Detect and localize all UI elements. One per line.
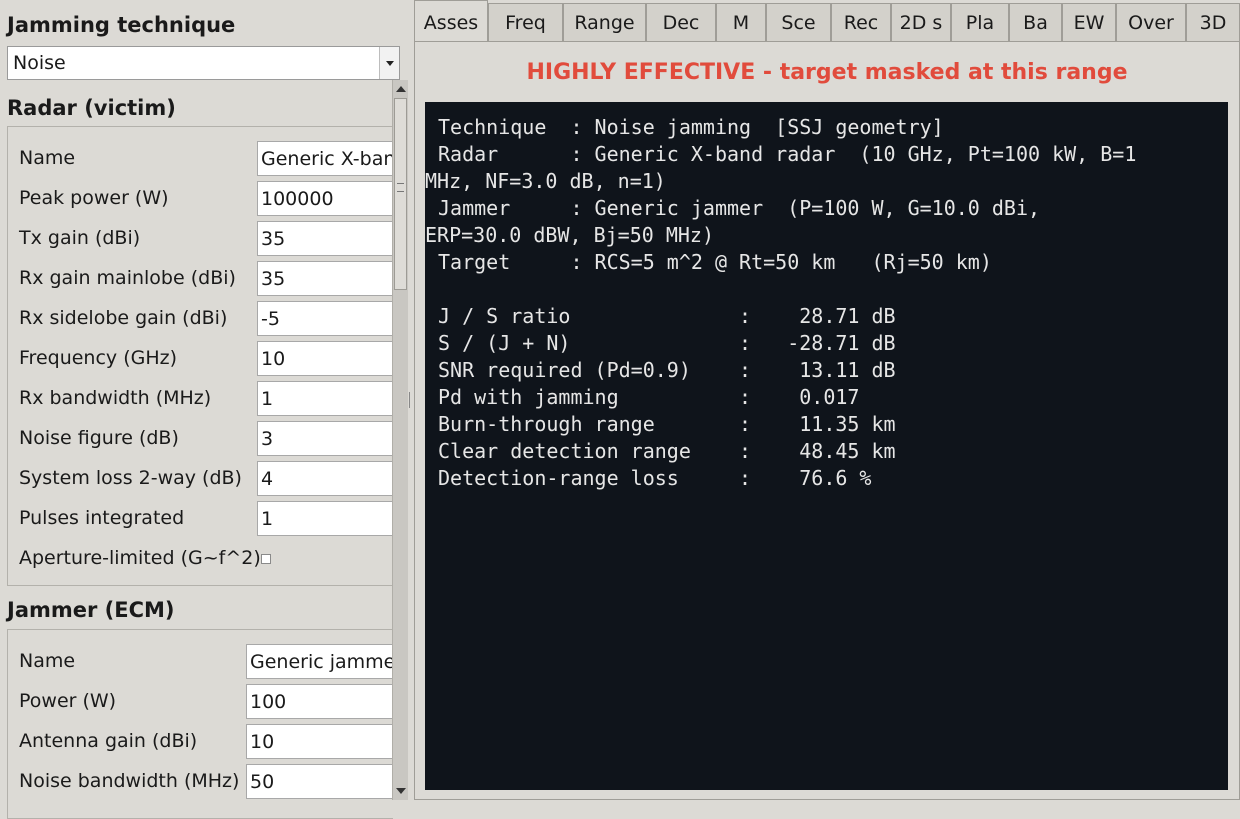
field-label: Rx bandwidth (MHz): [19, 387, 212, 409]
field-label: Rx gain mainlobe (dBi): [19, 267, 236, 289]
tab-3d[interactable]: 3D: [1186, 3, 1240, 41]
field-label: Rx sidelobe gain (dBi): [19, 307, 228, 329]
console-line: Technique : Noise jamming [SSJ geometry]: [438, 115, 944, 139]
tab-over[interactable]: Over: [1116, 3, 1186, 41]
console-line: S / (J + N) : -28.71 dB: [438, 331, 896, 355]
jamming-technique-value: Noise: [13, 52, 66, 74]
results-console: Technique : Noise jamming [SSJ geometry]…: [425, 102, 1228, 790]
console-line: J / S ratio : 28.71 dB: [438, 304, 896, 328]
radar-row-rx-bandwidth: Rx bandwidth (MHz) 1: [8, 378, 394, 418]
console-line: Jammer : Generic jammer (P=100 W, G=10.0…: [438, 196, 1041, 220]
tab-ew[interactable]: EW: [1062, 3, 1116, 41]
pulses-integrated-input[interactable]: 1: [257, 501, 394, 536]
tx-gain-input[interactable]: 35: [257, 221, 394, 256]
radar-row-system-loss: System loss 2-way (dB) 4: [8, 458, 394, 498]
jammer-name-input[interactable]: Generic jammer: [246, 644, 394, 679]
jamming-technique-title: Jamming technique: [7, 13, 236, 37]
tab-pla[interactable]: Pla: [951, 3, 1009, 41]
field-label: Pulses integrated: [19, 507, 185, 529]
radar-name-input[interactable]: Generic X-band: [257, 141, 394, 176]
radar-row-rx-sidelobe-gain: Rx sidelobe gain (dBi) -5: [8, 298, 394, 338]
console-line: Target : RCS=5 m^2 @ Rt=50 km (Rj=50 km): [438, 250, 992, 274]
tab-freq[interactable]: Freq: [488, 3, 563, 41]
jammer-antenna-gain-input[interactable]: 10: [246, 724, 394, 759]
radar-row-pulses-integrated: Pulses integrated 1: [8, 498, 394, 538]
console-line: Detection-range loss : 76.6 %: [438, 466, 872, 490]
radar-row-noise-figure: Noise figure (dB) 3: [8, 418, 394, 458]
scroll-down-icon[interactable]: [396, 788, 406, 794]
jammer-power-input[interactable]: 100: [246, 684, 394, 719]
tab-range[interactable]: Range: [563, 3, 646, 41]
right-panel: Asses Freq Range Dec M Sce Rec 2D s Pla …: [414, 0, 1240, 800]
aperture-limited-label: Aperture-limited (G~f^2): [19, 547, 261, 569]
aperture-limited-checkbox[interactable]: [261, 554, 271, 564]
jammer-row-antenna-gain: Antenna gain (dBi) 10: [8, 721, 394, 761]
tab-bar: Asses Freq Range Dec M Sce Rec 2D s Pla …: [414, 0, 1240, 42]
field-label: Noise figure (dB): [19, 427, 179, 449]
field-label: Peak power (W): [19, 187, 169, 209]
console-line: Radar : Generic X-band radar (10 GHz, Pt…: [438, 142, 1137, 166]
tab-ba[interactable]: Ba: [1009, 3, 1062, 41]
field-label: Name: [19, 650, 76, 672]
jammer-group: Name Generic jammer Power (W) 100 Antenn…: [7, 629, 394, 819]
tab-rec[interactable]: Rec: [831, 3, 891, 41]
field-label: Noise bandwidth (MHz): [19, 770, 240, 792]
tab-assessment[interactable]: Asses: [414, 0, 488, 42]
tab-2d[interactable]: 2D s: [891, 3, 951, 41]
jammer-row-noise-bandwidth: Noise bandwidth (MHz) 50: [8, 761, 394, 801]
system-loss-input[interactable]: 4: [257, 461, 394, 496]
radar-row-name: Name Generic X-band: [8, 138, 394, 178]
verdict-text: HIGHLY EFFECTIVE - target masked at this…: [526, 60, 1128, 85]
console-line: Clear detection range : 48.45 km: [438, 439, 896, 463]
assessment-pane: HIGHLY EFFECTIVE - target masked at this…: [414, 41, 1240, 800]
field-label: Name: [19, 147, 76, 169]
console-line: Burn-through range : 11.35 km: [438, 412, 896, 436]
tab-dec[interactable]: Dec: [646, 3, 716, 41]
console-line: SNR required (Pd=0.9) : 13.11 dB: [438, 358, 896, 382]
radar-section-title: Radar (victim): [7, 96, 176, 120]
field-label: System loss 2-way (dB): [19, 467, 242, 489]
field-label: Tx gain (dBi): [19, 227, 141, 249]
field-label: Frequency (GHz): [19, 347, 178, 369]
radar-row-peak-power: Peak power (W) 100000: [8, 178, 394, 218]
tab-scenario[interactable]: Sce: [766, 3, 831, 41]
radar-group: Name Generic X-band Peak power (W) 10000…: [7, 126, 394, 586]
jammer-row-name: Name Generic jammer: [8, 641, 394, 681]
field-label: Power (W): [19, 690, 117, 712]
left-panel-scrollbar[interactable]: [392, 80, 408, 800]
radar-row-frequency: Frequency (GHz) 10: [8, 338, 394, 378]
scroll-up-icon[interactable]: [396, 86, 406, 92]
rx-bandwidth-input[interactable]: 1: [257, 381, 394, 416]
field-label: Antenna gain (dBi): [19, 730, 198, 752]
jammer-row-power: Power (W) 100: [8, 681, 394, 721]
chevron-down-icon[interactable]: [379, 47, 399, 79]
frequency-input[interactable]: 10: [257, 341, 394, 376]
jammer-noise-bandwidth-input[interactable]: 50: [246, 764, 394, 799]
radar-row-tx-gain: Tx gain (dBi) 35: [8, 218, 394, 258]
jammer-section-title: Jammer (ECM): [7, 598, 175, 622]
noise-figure-input[interactable]: 3: [257, 421, 394, 456]
rx-gain-mainlobe-input[interactable]: 35: [257, 261, 394, 296]
console-line: Pd with jamming : 0.017: [438, 385, 860, 409]
console-line: MHz, NF=3.0 dB, n=1): [425, 169, 666, 193]
radar-row-aperture-limited: Aperture-limited (G~f^2): [8, 538, 394, 578]
peak-power-input[interactable]: 100000: [257, 181, 394, 216]
rx-sidelobe-gain-input[interactable]: -5: [257, 301, 394, 336]
tab-m[interactable]: M: [716, 3, 766, 41]
left-panel: Jamming technique Noise Radar (victim) N…: [0, 0, 408, 819]
jamming-technique-select[interactable]: Noise: [7, 46, 400, 80]
scrollbar-thumb[interactable]: [394, 98, 407, 290]
radar-row-rx-gain-mainlobe: Rx gain mainlobe (dBi) 35: [8, 258, 394, 298]
console-line: ERP=30.0 dBW, Bj=50 MHz): [425, 223, 714, 247]
